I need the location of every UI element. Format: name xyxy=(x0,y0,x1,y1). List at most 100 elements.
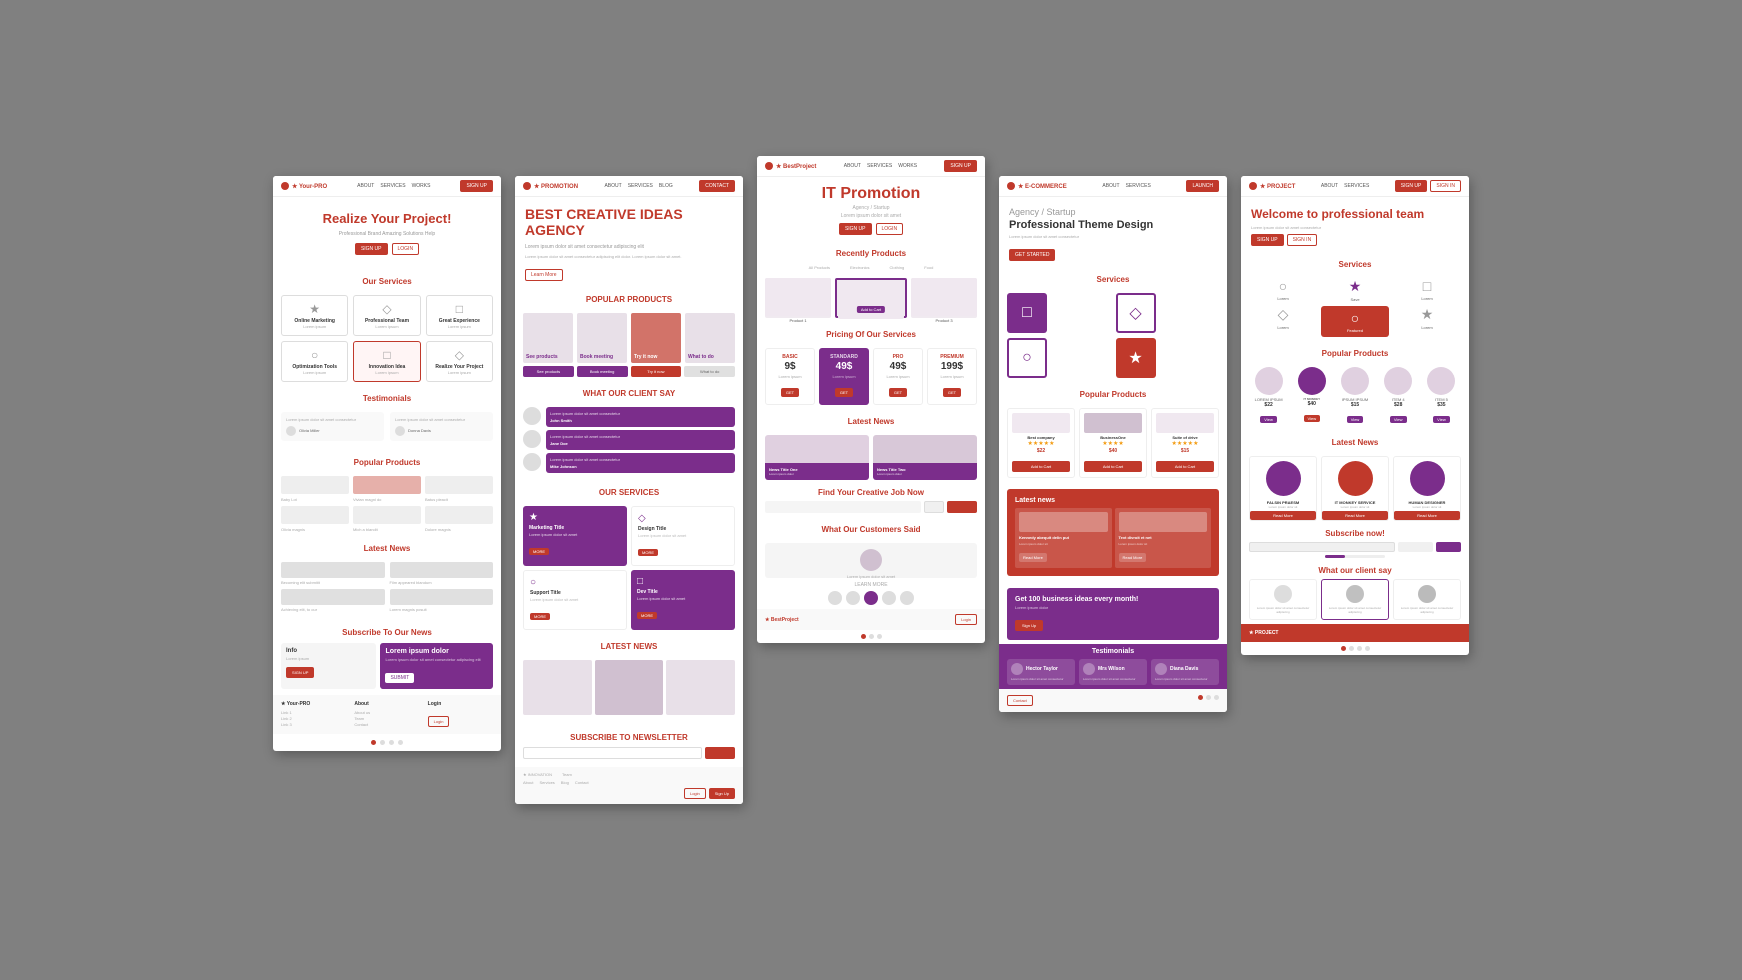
learn-more-link[interactable]: LEARN MORE xyxy=(765,582,977,588)
svc-btn-4[interactable]: MORE xyxy=(637,612,657,619)
subscribe-input[interactable] xyxy=(523,747,702,759)
subscribe-input-5[interactable] xyxy=(1249,542,1395,552)
footer-about-1[interactable]: About us xyxy=(354,710,419,715)
p4-add-btn-1[interactable]: Add to Cart xyxy=(1012,461,1070,472)
p5-dot-2[interactable] xyxy=(1349,646,1354,651)
page5-signup-btn[interactable]: SIGN UP xyxy=(1395,180,1428,192)
p5-signin-hero[interactable]: SIGN IN xyxy=(1287,234,1318,246)
p3-footer-login[interactable]: Login xyxy=(955,614,977,625)
p5-news-btn-1[interactable]: Read More xyxy=(1250,511,1316,520)
p4-news-read-2[interactable]: Read More xyxy=(1119,553,1147,562)
p2-footer-link-2[interactable]: Services xyxy=(539,780,554,785)
svc-btn-3[interactable]: MORE xyxy=(530,613,550,620)
p5-prod-btn-5[interactable]: View xyxy=(1433,416,1450,423)
subscribe-card-btn[interactable]: SUBMIT xyxy=(385,673,414,683)
p4-dot-3[interactable] xyxy=(1214,695,1219,700)
p2-footer-link-1[interactable]: About xyxy=(523,780,533,785)
footer-about-3[interactable]: Contact xyxy=(354,722,419,727)
p5-prod-btn-4[interactable]: View xyxy=(1390,416,1407,423)
p5-dot-1[interactable] xyxy=(1341,646,1346,651)
subscribe-select-5[interactable] xyxy=(1398,542,1433,552)
test-av-3[interactable] xyxy=(864,591,878,605)
page3-hero-signup[interactable]: SIGN UP xyxy=(839,223,872,235)
page2-learn-btn[interactable]: Learn More xyxy=(525,269,563,281)
price-btn-1[interactable]: GET xyxy=(781,388,799,397)
subscribe-left: Info Lorem ipsum SIGN UP xyxy=(281,643,376,689)
page-card-2: ★ PROMOTION ABOUT SERVICES BLOG CONTACT … xyxy=(515,176,743,804)
p2-product-label-4: What to do xyxy=(688,354,714,360)
p5-prod-btn-3[interactable]: View xyxy=(1347,416,1364,423)
p2-footer-link-3[interactable]: Blog xyxy=(561,780,569,785)
dot-1[interactable] xyxy=(371,740,376,745)
page3-hero-login[interactable]: LOGIN xyxy=(876,223,904,235)
subscribe-submit-btn[interactable]: SIGN UP xyxy=(286,667,314,678)
p5-prod-btn-2[interactable]: View xyxy=(1304,415,1321,422)
test-av-5[interactable] xyxy=(900,591,914,605)
page3-signup-btn[interactable]: SIGN UP xyxy=(944,160,977,172)
dot-4[interactable] xyxy=(398,740,403,745)
page2-contact-btn[interactable]: CONTACT xyxy=(699,180,735,192)
page4-launch-btn[interactable]: LAUNCH xyxy=(1186,180,1219,192)
page3-find-job: Find Your Creative Job Now xyxy=(757,484,985,517)
price-btn-2[interactable]: GET xyxy=(835,388,853,397)
p2-prod-btn-4[interactable]: What to do xyxy=(684,366,735,377)
p2-footer-link-4[interactable]: Contact xyxy=(575,780,589,785)
p4-dot-active[interactable] xyxy=(1198,695,1203,700)
p5-prod-btn-1[interactable]: View xyxy=(1260,416,1277,423)
find-category-select[interactable] xyxy=(924,501,944,513)
p2-footer-login-btn[interactable]: Login xyxy=(684,788,706,799)
page5-signin-btn[interactable]: SIGN IN xyxy=(1430,180,1461,192)
p2-prod-btn-2[interactable]: Book meeting xyxy=(577,366,628,377)
price-btn-4[interactable]: GET xyxy=(943,388,961,397)
p3-dot-1[interactable] xyxy=(861,634,866,639)
svc-btn-2[interactable]: MORE xyxy=(638,549,658,556)
client-avatar-3 xyxy=(523,453,541,471)
p3-dot-3[interactable] xyxy=(877,634,882,639)
p3-dot-2[interactable] xyxy=(869,634,874,639)
subscribe-btn[interactable] xyxy=(705,747,735,759)
dot-3[interactable] xyxy=(389,740,394,745)
footer-login-btn[interactable]: Login xyxy=(428,716,450,727)
p2-footer-signup-btn[interactable]: Sign Up xyxy=(709,788,735,799)
p4-add-btn-3[interactable]: Add to Cart xyxy=(1156,461,1214,472)
page1-signup-btn[interactable]: SIGN UP xyxy=(460,180,493,192)
find-job-input[interactable] xyxy=(765,501,921,513)
page1-hero-signup[interactable]: SIGN UP xyxy=(355,243,388,255)
p5-news-btn-2[interactable]: Read More xyxy=(1322,511,1388,520)
price-btn-3[interactable]: GET xyxy=(889,388,907,397)
page4-footer: Contact xyxy=(999,689,1227,712)
star2-svc-icon-5: ★ xyxy=(1393,306,1461,323)
p5-news-1: FALSIN PRAESM Lorem ipsum dolor sit Read… xyxy=(1249,456,1317,521)
cta-btn[interactable]: Sign Up xyxy=(1015,620,1043,631)
p2-prod-btn-1[interactable]: See products xyxy=(523,366,574,377)
find-job-btn[interactable] xyxy=(947,501,977,513)
page3-nav-links: ABOUT SERVICES WORKS xyxy=(844,163,917,169)
p5-signup-hero[interactable]: SIGN UP xyxy=(1251,234,1284,246)
p4-dot-2[interactable] xyxy=(1206,695,1211,700)
p2-prod-btn-3[interactable]: Try it now xyxy=(631,366,682,377)
p2-nav-services: SERVICES xyxy=(628,183,653,189)
p4-footer-contact[interactable]: Contact xyxy=(1007,695,1033,706)
svc-btn-1[interactable]: MORE xyxy=(529,548,549,555)
p3-product-btn-2[interactable]: Add to Cart xyxy=(857,306,885,313)
test-av-4[interactable] xyxy=(882,591,896,605)
footer-link-1[interactable]: Link 1 xyxy=(281,710,346,715)
product-btns: See products Book meeting Try it now Wha… xyxy=(523,366,735,377)
p4-news-read-1[interactable]: Read More xyxy=(1019,553,1047,562)
dot-2[interactable] xyxy=(380,740,385,745)
subscribe-btn-5[interactable] xyxy=(1436,542,1461,552)
p5-dot-3[interactable] xyxy=(1357,646,1362,651)
p5-dot-4[interactable] xyxy=(1365,646,1370,651)
product-img-4 xyxy=(281,506,349,524)
test-av-2[interactable] xyxy=(846,591,860,605)
page1-hero-login[interactable]: LOGIN xyxy=(392,243,420,255)
footer-link-2[interactable]: Link 2 xyxy=(281,716,346,721)
footer-about-2[interactable]: Team xyxy=(354,716,419,721)
p5-news-btn-3[interactable]: Read More xyxy=(1394,511,1460,520)
page4-started-btn[interactable]: GET STARTED xyxy=(1009,249,1055,261)
footer-link-3[interactable]: Link 3 xyxy=(281,722,346,727)
test-av-1[interactable] xyxy=(828,591,842,605)
page3-pricing-title: Pricing Of Our Services xyxy=(757,330,985,339)
p4-add-btn-2[interactable]: Add to Cart xyxy=(1084,461,1142,472)
page5-services-title: Services xyxy=(1241,260,1469,269)
